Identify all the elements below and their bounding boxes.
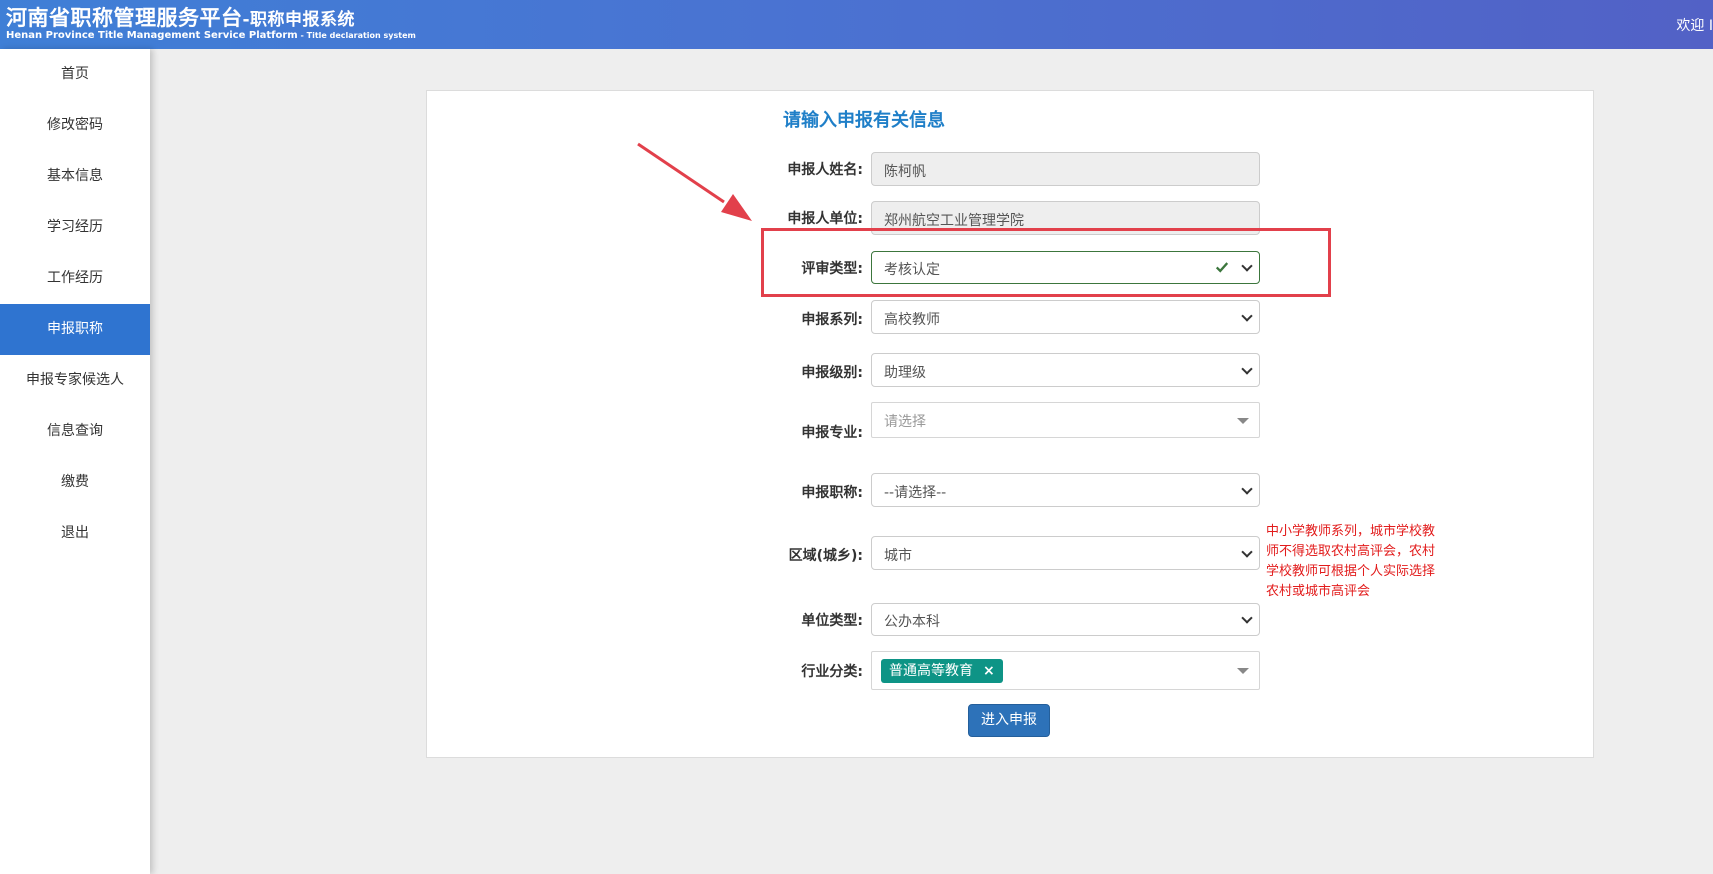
title-select[interactable]: --请选择-- [871, 473, 1260, 507]
unit-label: 申报人单位: [787, 211, 863, 227]
sidebar-item-work-history[interactable]: 工作经历 [0, 253, 150, 304]
dropdown-arrow-icon [1237, 418, 1249, 424]
chevron-down-icon [1241, 310, 1253, 322]
industry-tag-label: 普通高等教育 [889, 663, 973, 679]
sidebar-item-change-password[interactable]: 修改密码 [0, 100, 150, 151]
sidebar-item-expert-candidate[interactable]: 申报专家候选人 [0, 355, 150, 406]
sidebar: 首页 修改密码 基本信息 学习经历 工作经历 申报职称 申报专家候选人 信息查询… [0, 49, 150, 874]
region-value: 城市 [884, 548, 912, 564]
major-label: 申报专业: [801, 425, 863, 441]
series-label: 申报系列: [801, 312, 863, 328]
region-select[interactable]: 城市 [871, 536, 1260, 570]
chevron-down-icon [1241, 546, 1253, 558]
app-title-sub: -职称申报系统 [242, 10, 356, 30]
app-title-english-sub: - Title declaration system [297, 31, 416, 40]
sidebar-item-home[interactable]: 首页 [0, 49, 150, 100]
series-value: 高校教师 [884, 312, 940, 328]
title-select-label: 申报职称: [801, 485, 863, 501]
unit-type-select[interactable]: 公办本科 [871, 603, 1260, 636]
sidebar-item-logout[interactable]: 退出 [0, 508, 150, 559]
app-title: 河南省职称管理服务平台-职称申报系统 [6, 2, 355, 32]
industry-multiselect[interactable]: 普通高等教育 × [871, 651, 1260, 690]
level-select[interactable]: 助理级 [871, 353, 1260, 387]
review-type-value: 考核认定 [884, 262, 940, 278]
check-icon [1215, 262, 1229, 273]
region-label: 区域(城乡): [788, 548, 863, 564]
industry-tag: 普通高等教育 × [881, 659, 1003, 683]
unit-value: 郑州航空工业管理学院 [884, 213, 1024, 229]
sidebar-item-payment[interactable]: 缴费 [0, 457, 150, 508]
app-title-english-main: Henan Province Title Management Service … [6, 30, 298, 41]
dropdown-arrow-icon [1237, 668, 1249, 674]
welcome-text: 欢迎 I [1676, 18, 1713, 34]
region-note: 中小学教师系列，城市学校教师不得选取农村高评会，农村学校教师可根据个人实际选择农… [1266, 524, 1436, 599]
chevron-down-icon [1241, 612, 1253, 624]
title-select-value: --请选择-- [884, 485, 947, 501]
tag-remove-icon[interactable]: × [983, 663, 995, 679]
app-title-english: Henan Province Title Management Service … [6, 30, 416, 41]
sidebar-item-apply-title[interactable]: 申报职称 [0, 304, 150, 355]
form-title: 请输入申报有关信息 [783, 110, 945, 131]
sidebar-item-basic-info[interactable]: 基本信息 [0, 151, 150, 202]
chevron-down-icon [1241, 483, 1253, 495]
unit-field[interactable]: 郑州航空工业管理学院 [871, 201, 1260, 235]
review-type-label: 评审类型: [801, 261, 863, 277]
chevron-down-icon [1241, 260, 1253, 272]
name-label: 申报人姓名: [787, 162, 863, 178]
chevron-down-icon [1241, 363, 1253, 375]
name-value: 陈柯帆 [884, 164, 926, 180]
major-placeholder: 请选择 [884, 414, 926, 430]
name-field[interactable]: 陈柯帆 [871, 152, 1260, 186]
app-header: 河南省职称管理服务平台-职称申报系统 Henan Province Title … [0, 0, 1713, 49]
unit-type-label: 单位类型: [801, 613, 863, 629]
level-label: 申报级别: [801, 365, 863, 381]
industry-label: 行业分类: [801, 664, 863, 680]
level-value: 助理级 [884, 365, 926, 381]
sidebar-item-query[interactable]: 信息查询 [0, 406, 150, 457]
review-type-select[interactable]: 考核认定 [871, 251, 1260, 284]
major-select[interactable]: 请选择 [871, 402, 1260, 438]
sidebar-item-education[interactable]: 学习经历 [0, 202, 150, 253]
submit-button[interactable]: 进入申报 [968, 704, 1050, 737]
unit-type-value: 公办本科 [884, 614, 940, 630]
series-select[interactable]: 高校教师 [871, 300, 1260, 334]
app-title-main: 河南省职称管理服务平台 [6, 6, 243, 30]
